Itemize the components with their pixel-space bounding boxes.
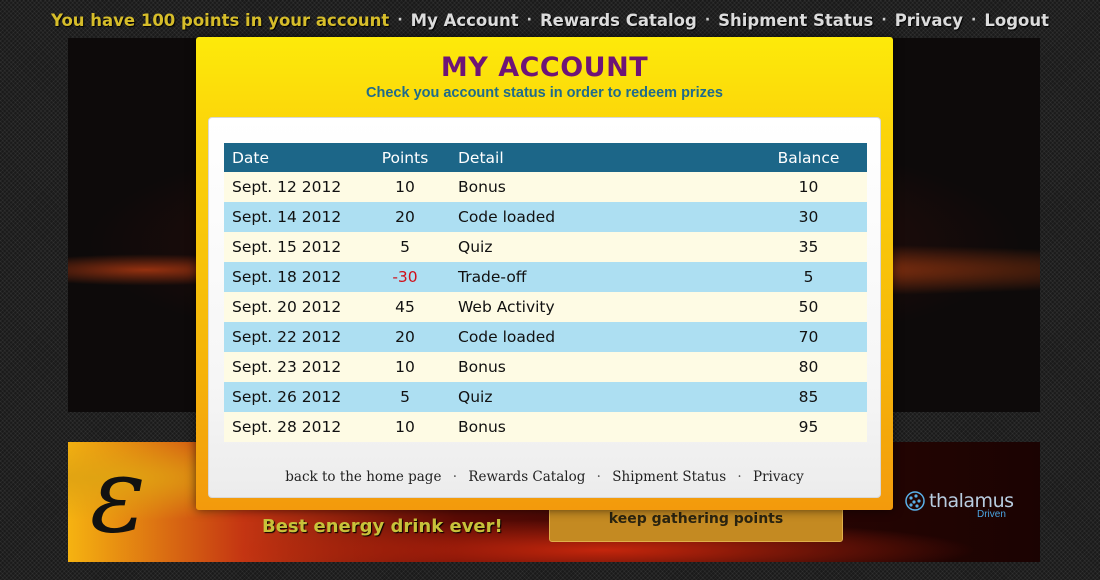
cell-detail: Code loaded — [458, 208, 556, 226]
cell-points: 10 — [395, 358, 415, 376]
cell-points: 20 — [395, 328, 415, 346]
cell-date: Sept. 14 2012 — [232, 208, 342, 226]
cell-balance: 85 — [798, 388, 819, 406]
cell-date: Sept. 15 2012 — [232, 238, 342, 256]
cell-detail: Bonus — [458, 358, 506, 376]
cell-date: Sept. 28 2012 — [232, 418, 342, 436]
cell-balance: 5 — [803, 268, 814, 286]
table-row: Sept. 15 2012 5 Quiz 35 — [224, 232, 867, 262]
table-header-row: Date Points Detail Balance — [224, 143, 867, 172]
cell-date: Sept. 12 2012 — [232, 178, 342, 196]
column-header-balance: Balance — [777, 148, 840, 167]
link-back-home[interactable]: back to the home page — [285, 469, 441, 485]
points-balance-message: You have 100 points in your account — [51, 10, 390, 30]
top-navigation: You have 100 points in your account · My… — [0, 8, 1100, 32]
cell-balance: 35 — [798, 238, 819, 256]
thalamus-logo: thalamus Driven — [905, 490, 1025, 524]
cell-detail: Bonus — [458, 418, 506, 436]
modal-subtitle: Check you account status in order to red… — [366, 85, 723, 101]
thalamus-globe-icon — [905, 491, 925, 511]
nav-separator: · — [526, 12, 532, 28]
nav-separator: · — [971, 12, 977, 28]
column-header-date: Date — [232, 148, 270, 167]
table-row: Sept. 14 2012 20 Code loaded 30 — [224, 202, 867, 232]
cell-date: Sept. 26 2012 — [232, 388, 342, 406]
cell-detail: Bonus — [458, 178, 506, 196]
table-row: Sept. 28 2012 10 Bonus 95 — [224, 412, 867, 442]
brand-logo-mark: ɛ — [90, 434, 146, 556]
cell-date: Sept. 23 2012 — [232, 358, 342, 376]
cell-balance: 50 — [798, 298, 819, 316]
nav-separator: · — [397, 12, 403, 28]
modal-title: MY ACCOUNT — [440, 52, 649, 83]
table-row: Sept. 26 2012 5 Quiz 85 — [224, 382, 867, 412]
cell-detail: Quiz — [458, 238, 493, 256]
cell-detail: Web Activity — [458, 298, 555, 316]
cell-points: 45 — [395, 298, 415, 316]
nav-privacy[interactable]: Privacy — [895, 11, 963, 30]
cell-date: Sept. 22 2012 — [232, 328, 342, 346]
cell-points: 20 — [395, 208, 415, 226]
nav-separator: · — [704, 12, 711, 28]
nav-my-account[interactable]: My Account — [411, 11, 519, 30]
link-privacy[interactable]: Privacy — [753, 469, 804, 485]
nav-rewards-catalog[interactable]: Rewards Catalog — [540, 11, 697, 30]
cell-balance: 70 — [798, 328, 819, 346]
cell-detail: Code loaded — [458, 328, 556, 346]
table-row: Sept. 22 2012 20 Code loaded 70 — [224, 322, 867, 352]
table-row: Sept. 20 2012 45 Web Activity 50 — [224, 292, 867, 322]
brand-subtitle: Driven — [977, 509, 1006, 520]
nav-shipment-status[interactable]: Shipment Status — [718, 11, 873, 30]
cell-points-negative: -30 — [392, 268, 418, 286]
link-rewards-catalog[interactable]: Rewards Catalog — [468, 469, 585, 485]
cell-balance: 80 — [798, 358, 819, 376]
my-account-modal: MY ACCOUNT Check you account status in o… — [196, 37, 893, 510]
column-header-points: Points — [381, 148, 429, 167]
table-row: Sept. 23 2012 10 Bonus 80 — [224, 352, 867, 382]
cell-points: 5 — [400, 238, 410, 256]
nav-logout[interactable]: Logout — [984, 11, 1049, 30]
cell-points: 5 — [400, 388, 410, 406]
table-row: Sept. 12 2012 10 Bonus 10 — [224, 172, 867, 202]
cell-balance: 30 — [798, 208, 819, 226]
points-ledger-table: Date Points Detail Balance Sept. 12 2012… — [224, 143, 867, 442]
cell-date: Sept. 18 2012 — [232, 268, 342, 286]
cell-balance: 95 — [798, 418, 819, 436]
footer-separator: · — [737, 469, 742, 485]
cell-points: 10 — [395, 418, 415, 436]
cell-balance: 10 — [798, 178, 819, 196]
footer-separator: · — [596, 469, 601, 485]
table-row: Sept. 18 2012 -30 Trade-off 5 — [224, 262, 867, 292]
cell-date: Sept. 20 2012 — [232, 298, 342, 316]
cell-points: 10 — [395, 178, 415, 196]
column-header-detail: Detail — [458, 148, 504, 167]
link-shipment-status[interactable]: Shipment Status — [612, 469, 726, 485]
banner-tagline: Best energy drink ever! — [262, 516, 503, 537]
modal-footer-links: back to the home page · Rewards Catalog … — [209, 469, 880, 485]
cell-detail: Quiz — [458, 388, 493, 406]
cell-detail: Trade-off — [458, 268, 527, 286]
account-panel: Date Points Detail Balance Sept. 12 2012… — [208, 117, 881, 498]
nav-separator: · — [881, 12, 887, 28]
footer-separator: · — [452, 469, 458, 485]
